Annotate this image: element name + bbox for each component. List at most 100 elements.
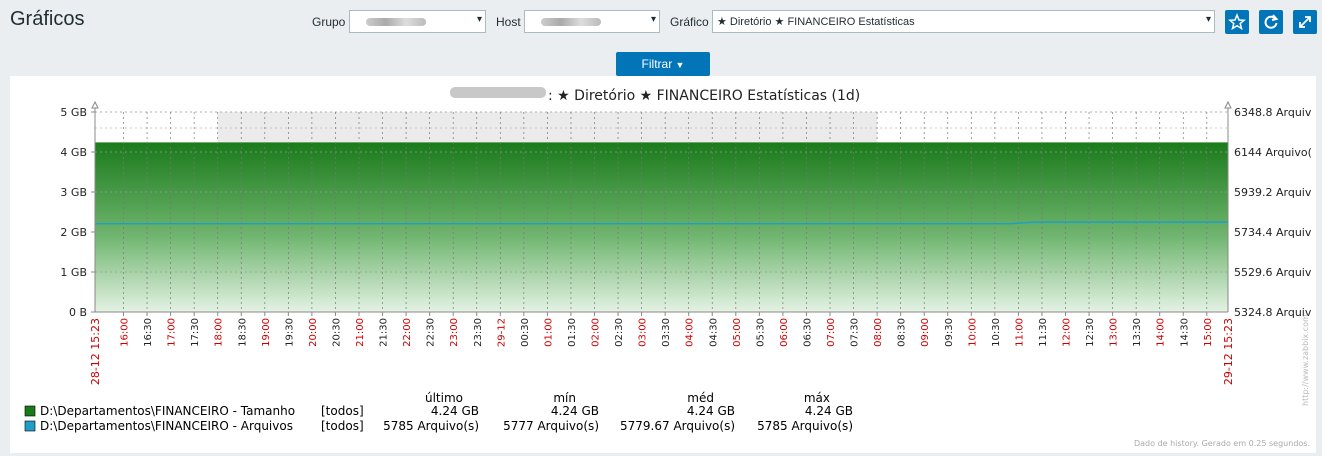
legend-series-name: D:\Departamentos\FINANCEIRO - Arquivos <box>40 419 293 433</box>
x-tick-label: 10:30 <box>991 318 1002 347</box>
x-tick-label: 08:00 <box>873 318 884 347</box>
x-tick-label: 04:30 <box>708 318 719 347</box>
y-right-tick-label: 5939.2 Arquiv <box>1234 186 1312 199</box>
redacted-value <box>541 18 601 26</box>
y-right-tick-label: 5529.6 Arquiv <box>1234 266 1312 279</box>
x-tick-label: 15:00 <box>1203 318 1214 347</box>
x-tick-label: 19:30 <box>284 318 295 347</box>
legend-header: méd <box>687 391 714 405</box>
page-header: Gráficos Grupo ▾ Host ▾ Gráfico ★ Diretó… <box>0 0 1322 42</box>
graph-select[interactable]: ★ Diretório ★ FINANCEIRO Estatísticas ▾ <box>712 10 1215 33</box>
x-tick-label: 04:00 <box>685 318 696 347</box>
x-tick-label: 12:30 <box>1085 318 1096 347</box>
legend-header: mín <box>553 391 576 405</box>
x-tick-label: 00:30 <box>520 318 531 347</box>
x-tick-label: 12:00 <box>1062 318 1073 347</box>
y-right-tick-label: 6348.8 Arquiv <box>1234 106 1312 119</box>
legend-swatch <box>24 420 36 432</box>
legend-scope: [todos] <box>321 404 364 418</box>
x-start-label: 28-12 15:23 <box>89 318 102 385</box>
x-tick-label: 11:30 <box>1038 318 1049 347</box>
x-tick-label: 21:00 <box>355 318 366 347</box>
x-tick-label: 03:00 <box>638 318 649 347</box>
chart-title: : ★ Diretório ★ FINANCEIRO Estatísticas … <box>548 88 860 104</box>
generation-footer: Dado de history. Gerado em 0.25 segundos… <box>1134 439 1310 448</box>
group-label: Grupo <box>312 15 346 29</box>
x-tick-label: 22:30 <box>426 318 437 347</box>
filter-button[interactable]: Filtrar ▼ <box>616 52 710 76</box>
refresh-icon <box>1264 14 1279 29</box>
host-select[interactable]: ▾ <box>524 10 660 33</box>
y-left-tick-label: 5 GB <box>60 106 87 119</box>
y-right-tick-label: 5734.4 Arquiv <box>1234 226 1312 239</box>
legend-value-avg: 4.24 GB <box>687 404 735 418</box>
x-tick-label: 06:30 <box>802 318 813 347</box>
legend-value-max: 5785 Arquivo(s) <box>757 419 853 433</box>
x-tick-label: 16:00 <box>120 318 131 347</box>
zabbix-watermark: http://www.zabbix.com <box>1301 314 1310 406</box>
page-title: Gráficos <box>10 8 85 30</box>
graph-label: Gráfico <box>670 15 709 29</box>
legend-value-last: 4.24 GB <box>431 404 479 418</box>
host-label: Host <box>496 15 521 29</box>
fullscreen-button[interactable] <box>1293 10 1317 34</box>
dropdown-arrow-icon: ▾ <box>650 14 656 25</box>
x-tick-label: 17:00 <box>167 318 178 347</box>
legend-scope: [todos] <box>321 419 364 433</box>
legend-header: máx <box>804 391 830 405</box>
group-select[interactable]: ▾ <box>349 10 486 33</box>
x-tick-label: 16:30 <box>143 318 154 347</box>
y-axis-arrow-icon <box>91 100 99 109</box>
x-tick-label: 07:30 <box>850 318 861 347</box>
caret-down-icon: ▼ <box>675 60 685 70</box>
dropdown-arrow-icon: ▾ <box>476 14 482 25</box>
redacted-value <box>366 18 426 26</box>
legend-value-min: 4.24 GB <box>551 404 599 418</box>
x-tick-label: 08:30 <box>897 318 908 347</box>
fullscreen-icon <box>1299 16 1311 28</box>
legend-value-avg: 5779.67 Arquivo(s) <box>620 419 735 433</box>
legend-value-last: 5785 Arquivo(s) <box>383 419 479 433</box>
y-left-tick-label: 4 GB <box>60 146 87 159</box>
graph-select-value: ★ Diretório ★ FINANCEIRO Estatísticas <box>717 16 915 28</box>
x-tick-label: 23:30 <box>473 318 484 347</box>
y-axis-arrow-icon <box>1224 100 1232 109</box>
x-tick-label: 01:30 <box>567 318 578 347</box>
x-tick-label: 01:00 <box>543 318 554 347</box>
graph-chart: : ★ Diretório ★ FINANCEIRO Estatísticas … <box>24 87 1312 448</box>
x-tick-label: 17:30 <box>190 318 201 347</box>
x-tick-label: 22:00 <box>402 318 413 347</box>
x-tick-label: 09:00 <box>920 318 931 347</box>
x-tick-label: 20:00 <box>308 318 319 347</box>
x-tick-label: 05:00 <box>732 318 743 347</box>
graph-panel: : ★ Diretório ★ FINANCEIRO Estatísticas … <box>10 76 1316 453</box>
filter-button-label: Filtrar <box>641 57 673 71</box>
x-tick-label: 02:30 <box>614 318 625 347</box>
x-tick-label: 13:00 <box>1109 318 1120 347</box>
x-tick-label: 11:00 <box>1014 318 1025 347</box>
favourite-button[interactable] <box>1225 10 1249 34</box>
x-tick-label: 23:00 <box>449 318 460 347</box>
legend-value-min: 5777 Arquivo(s) <box>503 419 599 433</box>
x-tick-label: 18:30 <box>237 318 248 347</box>
x-tick-label: 10:00 <box>967 318 978 347</box>
legend-value-max: 4.24 GB <box>805 404 853 418</box>
x-tick-label: 19:00 <box>261 318 272 347</box>
x-tick-label: 05:30 <box>755 318 766 347</box>
x-end-label: 29-12 15:23 <box>1222 318 1235 385</box>
x-tick-label: 09:30 <box>944 318 955 347</box>
y-left-tick-label: 3 GB <box>60 186 87 199</box>
legend-swatch <box>24 405 36 417</box>
x-tick-label: 21:30 <box>379 318 390 347</box>
refresh-button[interactable] <box>1259 10 1283 34</box>
y-left-tick-label: 0 B <box>69 306 87 319</box>
y-left-tick-label: 2 GB <box>60 226 87 239</box>
dropdown-arrow-icon: ▾ <box>1205 14 1211 25</box>
x-tick-label: 18:00 <box>214 318 225 347</box>
legend-header: último <box>425 391 463 405</box>
y-right-tick-label: 6144 Arquivo( <box>1234 146 1312 159</box>
x-tick-label: 06:00 <box>779 318 790 347</box>
x-tick-label: 13:30 <box>1132 318 1143 347</box>
x-tick-label: 29-12 <box>496 318 507 347</box>
star-icon <box>1228 12 1246 31</box>
